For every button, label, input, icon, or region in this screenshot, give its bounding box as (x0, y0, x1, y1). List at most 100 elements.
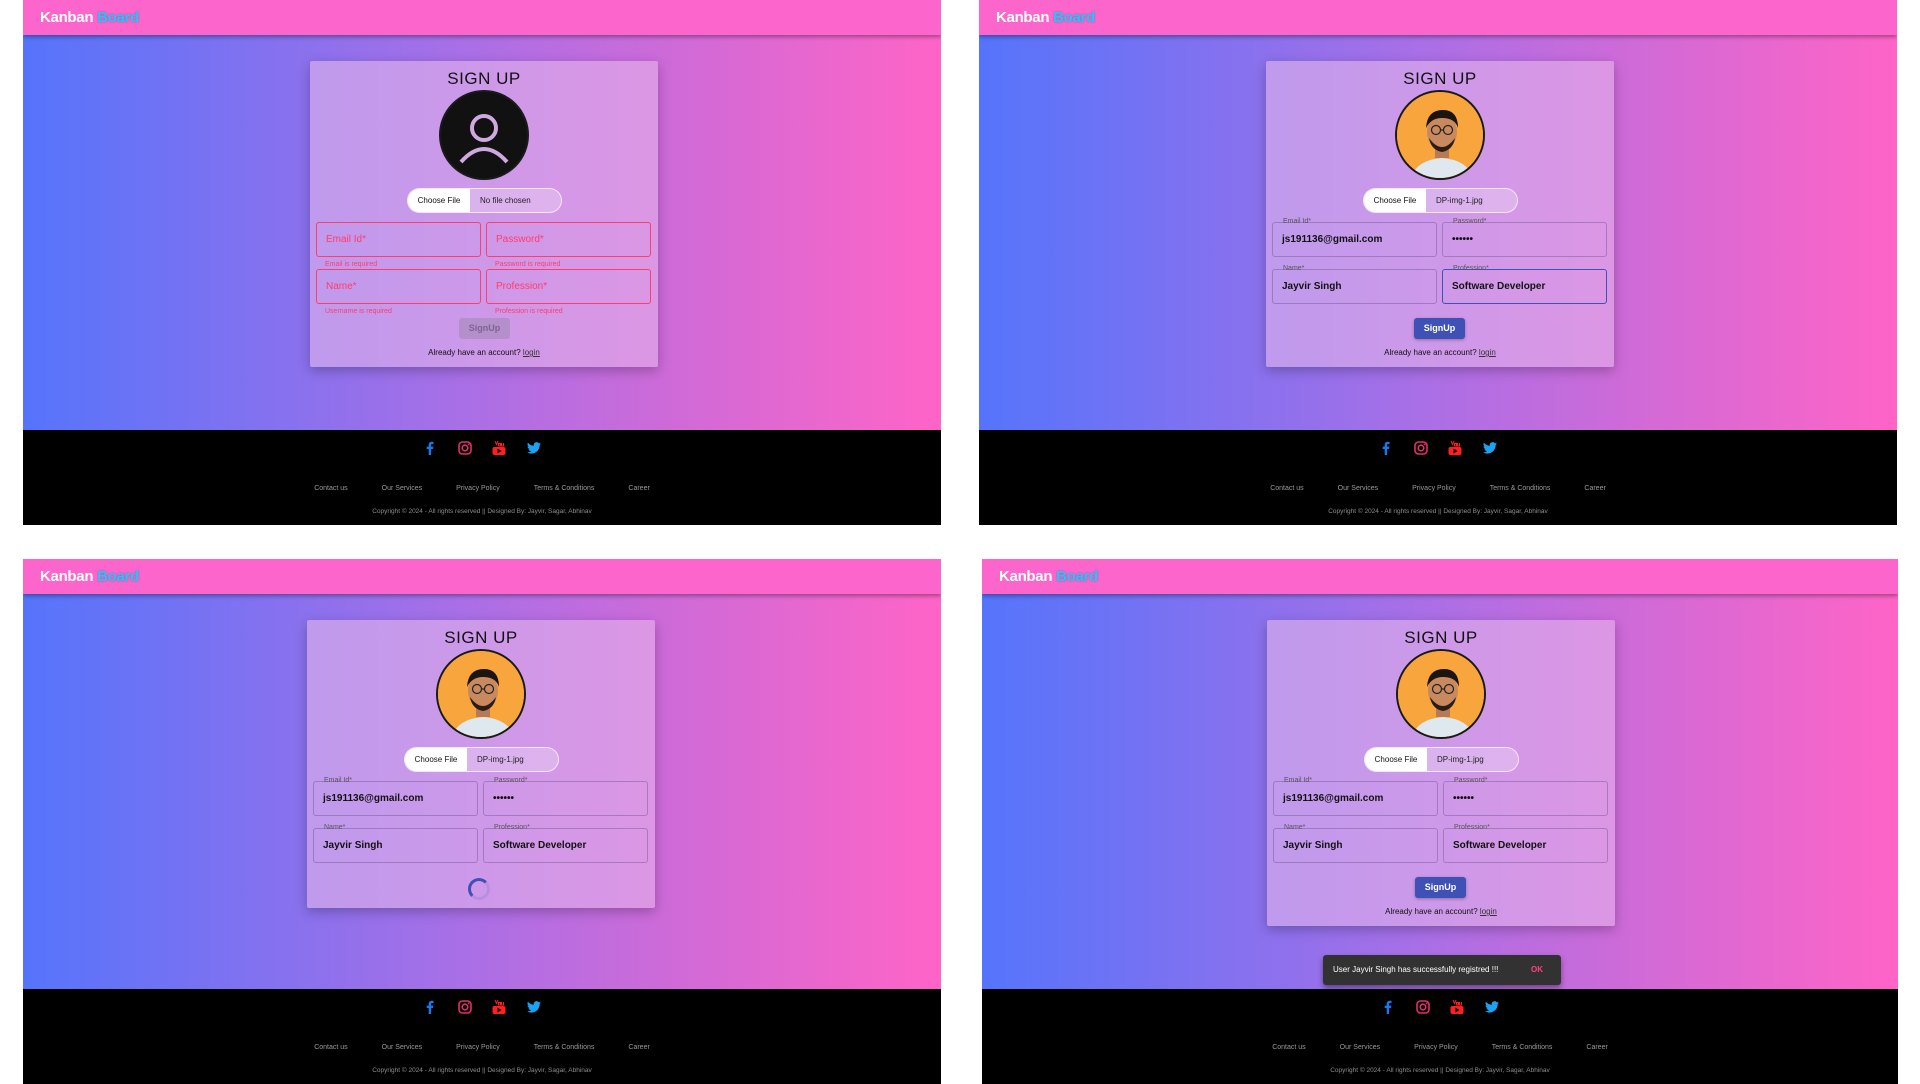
file-input[interactable]: Choose File No file chosen (407, 188, 562, 213)
password-field[interactable]: Password* (486, 222, 651, 257)
choose-file-button[interactable]: Choose File (408, 189, 470, 212)
email-field[interactable]: Email Id* js191136@gmail.com (1273, 777, 1438, 816)
footer-link-contact[interactable]: Contact us (1272, 1044, 1305, 1051)
footer-link-privacy[interactable]: Privacy Policy (1414, 1044, 1458, 1051)
footer-links: Contact us Our Services Privacy Policy Term… (23, 1036, 941, 1054)
name-field[interactable]: Name* Jayvir Singh (313, 824, 478, 863)
signup-button[interactable]: SignUp (1415, 877, 1466, 898)
login-link[interactable]: login (523, 348, 540, 357)
login-prompt-text: Already have an account? (1385, 907, 1478, 916)
profession-value: Software Developer (1453, 840, 1547, 851)
twitter-icon[interactable] (526, 999, 542, 1015)
logo-kanban: Kanban (996, 9, 1050, 26)
app-logo[interactable]: Kanban Board (40, 9, 139, 26)
password-value: •••••• (1452, 234, 1474, 245)
file-input[interactable]: Choose File DP-img-1.jpg (1363, 188, 1518, 213)
footer-link-terms[interactable]: Terms & Conditions (1492, 1044, 1553, 1051)
name-placeholder: Name* (326, 281, 357, 292)
user-icon (443, 94, 525, 176)
name-field[interactable]: Name* Jayvir Singh (1272, 265, 1437, 304)
file-input[interactable]: Choose File DP-img-1.jpg (1364, 747, 1519, 772)
footer-link-privacy[interactable]: Privacy Policy (1412, 485, 1456, 492)
name-field[interactable]: Name* Jayvir Singh (1273, 824, 1438, 863)
copyright: Copyright © 2024 - All rights reserved |… (1328, 508, 1548, 515)
twitter-icon[interactable] (1482, 440, 1498, 456)
app-logo[interactable]: Kanban Board (40, 568, 139, 585)
footer-link-services[interactable]: Our Services (1340, 1044, 1380, 1051)
footer-link-contact[interactable]: Contact us (314, 1044, 347, 1051)
page-title: SIGN UP (1404, 628, 1478, 647)
youtube-icon[interactable] (491, 440, 507, 456)
profession-placeholder: Profession* (496, 281, 548, 292)
app-logo[interactable]: Kanban Board (999, 568, 1098, 585)
facebook-icon[interactable] (422, 999, 438, 1015)
page-title: SIGN UP (447, 69, 521, 88)
footer-link-privacy[interactable]: Privacy Policy (456, 1044, 500, 1051)
choose-file-button[interactable]: Choose File (405, 748, 467, 771)
instagram-icon[interactable] (457, 440, 473, 456)
footer-link-career[interactable]: Career (628, 1044, 649, 1051)
email-field[interactable]: Email Id* js191136@gmail.com (313, 777, 478, 816)
signup-button[interactable]: SignUp (459, 318, 510, 339)
login-prompt: Already have an account? login (1267, 907, 1615, 916)
footer-link-terms[interactable]: Terms & Conditions (534, 1044, 595, 1051)
password-label: Password* (494, 777, 528, 784)
youtube-icon[interactable] (1447, 440, 1463, 456)
facebook-icon[interactable] (422, 440, 438, 456)
youtube-icon[interactable] (491, 999, 507, 1015)
signup-card: SIGN UP Choose File DP-img-1.jpg Email I… (1267, 620, 1615, 926)
footer-link-career[interactable]: Career (628, 485, 649, 492)
footer-link-career[interactable]: Career (1586, 1044, 1607, 1051)
choose-file-button[interactable]: Choose File (1365, 748, 1427, 771)
footer-link-contact[interactable]: Contact us (1270, 485, 1303, 492)
footer-link-contact[interactable]: Contact us (314, 485, 347, 492)
file-input[interactable]: Choose File DP-img-1.jpg (404, 747, 559, 772)
footer: Contact us Our Services Privacy Policy Term… (979, 430, 1897, 525)
profession-field[interactable]: Profession* (486, 269, 651, 304)
app-logo[interactable]: Kanban Board (996, 9, 1095, 26)
email-field[interactable]: Email Id* js191136@gmail.com (1272, 218, 1437, 257)
name-value: Jayvir Singh (1283, 840, 1343, 851)
logo-kanban: Kanban (40, 9, 94, 26)
logo-board: Board (1053, 9, 1095, 26)
hero-section: SIGN UP Choose File No file chosen Email… (23, 35, 941, 430)
choose-file-button[interactable]: Choose File (1364, 189, 1426, 212)
profession-field[interactable]: Profession* Software Developer (1443, 824, 1608, 863)
footer-link-terms[interactable]: Terms & Conditions (534, 485, 595, 492)
email-field[interactable]: Email Id* (316, 222, 481, 257)
footer-link-services[interactable]: Our Services (382, 1044, 422, 1051)
profession-field[interactable]: Profession* Software Developer (483, 824, 648, 863)
email-label: Email Id* (1284, 777, 1313, 784)
footer-links: Contact us Our Services Privacy Policy Term… (979, 477, 1897, 495)
signup-card: SIGN UP Choose File DP-img-1.jpg Email I… (307, 620, 655, 908)
footer-link-privacy[interactable]: Privacy Policy (456, 485, 500, 492)
profession-field[interactable]: Profession* Software Developer (1442, 265, 1607, 304)
footer-link-career[interactable]: Career (1584, 485, 1605, 492)
twitter-icon[interactable] (526, 440, 542, 456)
profession-label: Profession* (494, 824, 530, 831)
password-field[interactable]: Password* •••••• (1442, 218, 1607, 257)
signup-button[interactable]: SignUp (1414, 318, 1465, 339)
snackbar-ok-button[interactable]: OK (1531, 965, 1543, 974)
footer-link-services[interactable]: Our Services (1338, 485, 1378, 492)
instagram-icon[interactable] (1415, 999, 1431, 1015)
social-links (23, 440, 941, 461)
password-field[interactable]: Password* •••••• (1443, 777, 1608, 816)
signup-card: SIGN UP Choose File DP-img-1.jpg Email I… (1266, 61, 1614, 367)
instagram-icon[interactable] (1413, 440, 1429, 456)
twitter-icon[interactable] (1484, 999, 1500, 1015)
footer: Contact us Our Services Privacy Policy Term… (982, 989, 1898, 1084)
app-header: Kanban Board (982, 559, 1898, 594)
footer-link-terms[interactable]: Terms & Conditions (1490, 485, 1551, 492)
profession-error: Profession is required (495, 308, 563, 315)
youtube-icon[interactable] (1449, 999, 1465, 1015)
login-link[interactable]: login (1479, 348, 1496, 357)
password-field[interactable]: Password* •••••• (483, 777, 648, 816)
facebook-icon[interactable] (1378, 440, 1394, 456)
profession-label: Profession* (1453, 265, 1489, 272)
name-field[interactable]: Name* (316, 269, 481, 304)
instagram-icon[interactable] (457, 999, 473, 1015)
login-link[interactable]: login (1480, 907, 1497, 916)
facebook-icon[interactable] (1380, 999, 1396, 1015)
footer-link-services[interactable]: Our Services (382, 485, 422, 492)
